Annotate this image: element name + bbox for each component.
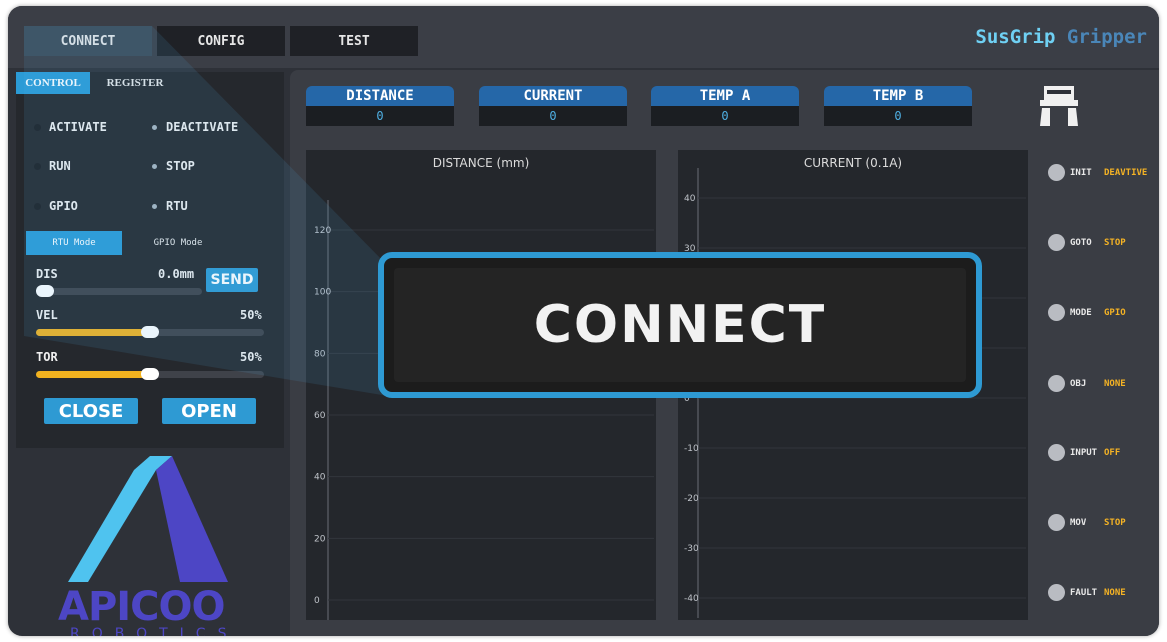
connect-zoom-callout: CONNECT (378, 252, 982, 398)
callout-connect-text: CONNECT (533, 295, 827, 355)
highlight-beam-shape (24, 26, 388, 396)
